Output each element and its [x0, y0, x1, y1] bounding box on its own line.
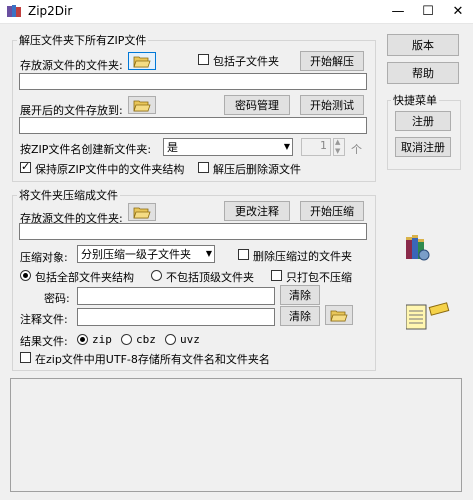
spin-down-icon: ▼	[335, 147, 341, 155]
structure-all-label: 包括全部文件夹结构	[35, 271, 134, 284]
compress-target-select[interactable]: 分别压缩一级子文件夹 ▼	[77, 245, 215, 263]
password-label: 密码:	[44, 292, 70, 305]
comment-file-input[interactable]	[77, 308, 275, 326]
extract-dest-browse-button[interactable]	[128, 96, 156, 114]
extract-group-title: 解压文件夹下所有ZIP文件	[17, 32, 149, 48]
compress-target-value: 分别压缩一级子文件夹	[81, 248, 191, 261]
extract-source-input[interactable]	[19, 73, 367, 90]
open-folder-icon	[330, 310, 348, 321]
keep-structure-checkbox[interactable]	[20, 160, 31, 173]
comment-file-browse-button[interactable]	[325, 305, 353, 325]
books-icon	[406, 235, 430, 261]
open-folder-icon	[133, 56, 151, 67]
chevron-down-icon: ▼	[205, 249, 212, 258]
compress-source-input[interactable]	[19, 223, 367, 240]
start-extract-button[interactable]: 开始解压	[300, 51, 364, 71]
format-uvz-label: uvz	[180, 333, 200, 346]
open-folder-icon	[133, 100, 151, 111]
spin-unit: 个	[351, 143, 362, 156]
format-zip-radio[interactable]	[77, 334, 88, 345]
format-zip-label: zip	[92, 333, 112, 346]
pack-only-checkbox[interactable]	[271, 270, 282, 281]
format-uvz-radio[interactable]	[165, 334, 176, 345]
structure-no-top-label: 不包括顶级文件夹	[166, 271, 254, 284]
quick-menu-title: 快捷菜单	[391, 92, 439, 108]
include-subfolders-checkbox[interactable]	[198, 54, 209, 65]
utf8-checkbox[interactable]	[20, 352, 31, 363]
minimize-icon: —	[391, 4, 405, 19]
close-button[interactable]: ✕	[443, 0, 473, 23]
compress-group-title: 将文件夹压缩成文件	[17, 187, 120, 203]
maximize-icon: ☐	[422, 4, 434, 19]
window-title: Zip2Dir	[28, 4, 73, 18]
delete-after-label: 解压后删除源文件	[213, 163, 301, 176]
utf8-label: 在zip文件中用UTF-8存储所有文件名和文件夹名	[35, 353, 270, 366]
close-icon: ✕	[452, 4, 464, 19]
minimize-button[interactable]: —	[383, 0, 413, 23]
help-button[interactable]: 帮助	[387, 62, 459, 84]
delete-after-checkbox[interactable]	[198, 162, 209, 173]
register-button[interactable]: 注册	[395, 111, 451, 131]
start-compress-button[interactable]: 开始压缩	[300, 201, 364, 221]
extract-source-browse-button[interactable]	[128, 52, 156, 70]
chevron-down-icon: ▼	[283, 142, 290, 151]
format-cbz-label: cbz	[136, 333, 156, 346]
log-area[interactable]	[10, 378, 462, 492]
clear-comment-button[interactable]: 清除	[280, 306, 320, 326]
extract-dest-label: 展开后的文件存放到:	[20, 104, 123, 117]
extract-dest-input[interactable]	[19, 117, 367, 134]
keep-structure-label: 保持原ZIP文件中的文件夹结构	[35, 163, 185, 176]
maximize-button[interactable]: ☐	[413, 0, 443, 23]
extract-source-label: 存放源文件的文件夹:	[20, 59, 123, 72]
comment-file-label: 注释文件:	[20, 313, 68, 326]
clear-password-button[interactable]: 清除	[280, 285, 320, 305]
start-test-button[interactable]: 开始测试	[300, 95, 364, 115]
structure-all-radio[interactable]	[20, 270, 31, 281]
delete-compressed-label: 删除压缩过的文件夹	[253, 250, 352, 263]
spin-buttons[interactable]: ▲ ▼	[333, 138, 345, 156]
include-subfolders-label: 包括子文件夹	[213, 55, 279, 68]
delete-compressed-checkbox[interactable]	[238, 249, 249, 260]
format-cbz-radio[interactable]	[121, 334, 132, 345]
version-button[interactable]: 版本	[387, 34, 459, 56]
compress-target-label: 压缩对象:	[20, 251, 68, 264]
app-icon	[7, 5, 21, 17]
password-input[interactable]	[77, 287, 275, 305]
title-bar: Zip2Dir — ☐ ✕	[0, 0, 473, 24]
spin-up-icon: ▲	[335, 138, 341, 146]
spin-input[interactable]: 1	[301, 138, 331, 156]
structure-no-top-radio[interactable]	[151, 270, 162, 281]
create-folder-value: 是	[167, 141, 178, 154]
unregister-button[interactable]: 取消注册	[395, 137, 451, 157]
change-comment-button[interactable]: 更改注释	[224, 201, 290, 221]
create-folder-select[interactable]: 是 ▼	[163, 138, 293, 156]
notes-icon	[406, 302, 450, 330]
open-folder-icon	[133, 207, 151, 218]
password-management-button[interactable]: 密码管理	[224, 95, 290, 115]
pack-only-label: 只打包不压缩	[286, 271, 352, 284]
result-file-label: 结果文件:	[20, 335, 68, 348]
compress-source-browse-button[interactable]	[128, 203, 156, 221]
create-folder-label: 按ZIP文件名创建新文件夹:	[20, 143, 152, 156]
